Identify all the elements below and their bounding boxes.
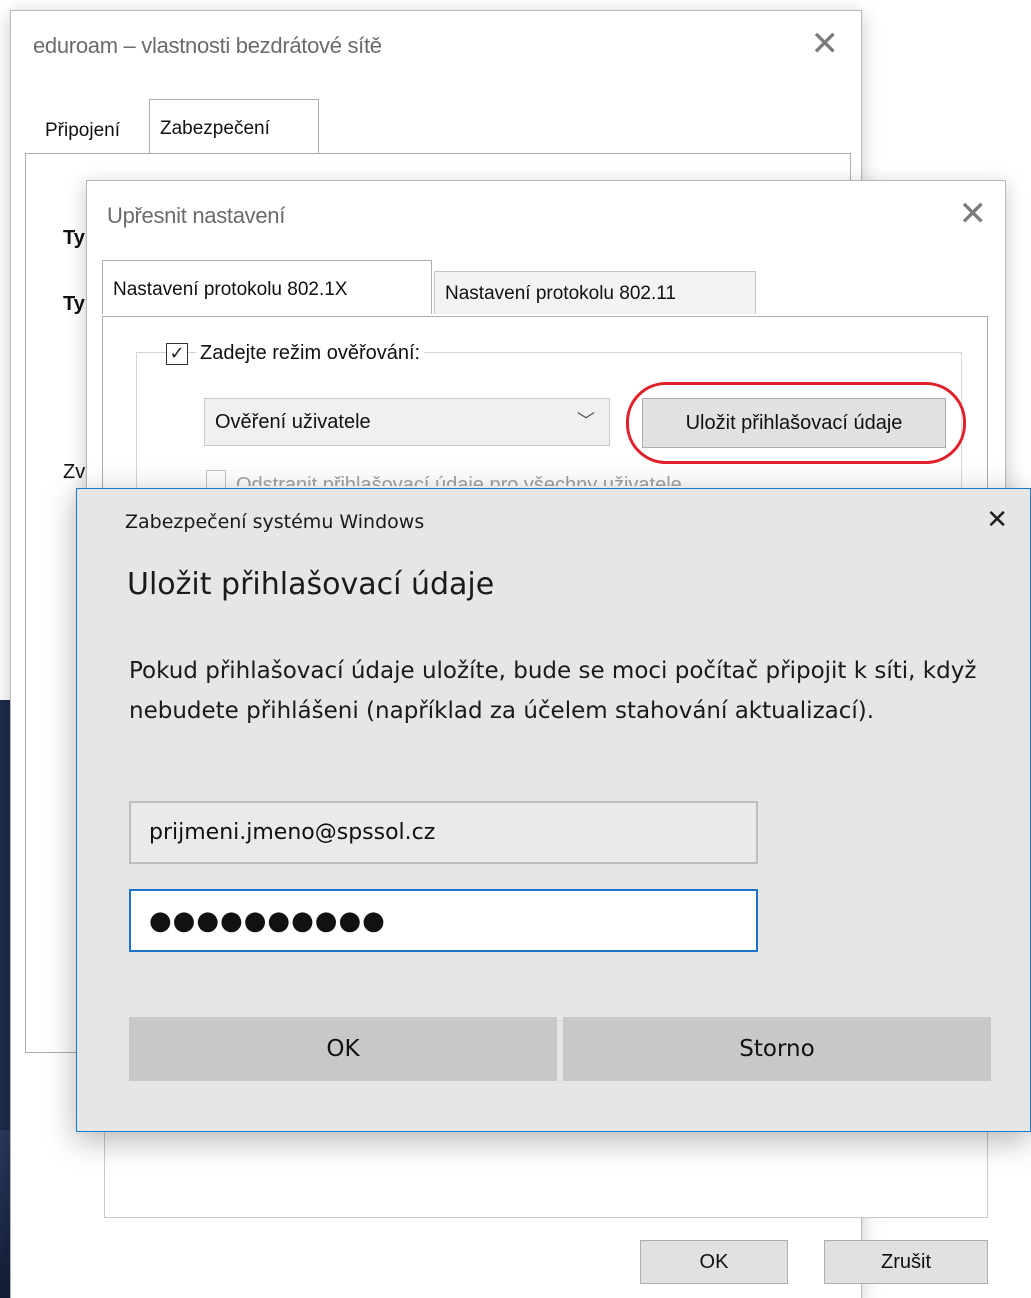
tab-connection[interactable]: Připojení (35, 107, 151, 153)
dialog-heading: Uložit přihlašovací údaje (127, 567, 495, 602)
username-field[interactable]: prijmeni.jmeno@spssol.cz (129, 801, 758, 864)
window-title: Upřesnit nastavení (107, 203, 286, 228)
dialog-caption: Zabezpečení systému Windows (125, 511, 425, 533)
auth-mode-checkbox[interactable]: ✓ (166, 343, 188, 365)
auth-mode-selected-value: Ověření uživatele (215, 410, 371, 433)
password-field[interactable]: ●●●●●●●●●● (129, 889, 758, 952)
ok-button[interactable]: OK (129, 1017, 557, 1081)
remove-credentials-label: Odstranit přihlašovací údaje pro všechny… (236, 474, 682, 486)
tab-8021x-settings[interactable]: Nastavení protokolu 802.1X (102, 260, 432, 314)
close-icon[interactable]: ✕ (959, 197, 988, 231)
close-icon[interactable]: ✕ (811, 27, 840, 61)
chevron-down-icon: ﹀ (577, 411, 595, 431)
security-type-label: Ty (63, 227, 85, 249)
save-credentials-button[interactable]: Uložit přihlašovací údaje (642, 398, 946, 448)
close-icon[interactable]: ✕ (986, 507, 1008, 533)
remove-credentials-checkbox[interactable] (206, 470, 226, 490)
cancel-button[interactable]: Storno (563, 1017, 991, 1081)
windows-security-dialog: Zabezpečení systému Windows ✕ Uložit při… (76, 488, 1031, 1132)
auth-mode-checkbox-label: Zadejte režim ověřování: (196, 342, 425, 365)
tab-80211-settings[interactable]: Nastavení protokolu 802.11 (434, 271, 756, 314)
tab-bar: Nastavení protokolu 802.1X Nastavení pro… (86, 260, 1006, 316)
auth-mode-select[interactable]: Ověření uživatele ﹀ (204, 398, 610, 446)
tab-security[interactable]: Zabezpečení (149, 99, 319, 153)
dialog-message: Pokud přihlašovací údaje uložíte, bude s… (129, 658, 977, 724)
ok-button[interactable]: OK (640, 1240, 788, 1284)
eduroam-lower-panel (104, 1130, 988, 1218)
encryption-type-label: Ty (63, 293, 85, 315)
cancel-button[interactable]: Zrušit (824, 1240, 988, 1284)
username-value: prijmeni.jmeno@spssol.cz (149, 820, 436, 845)
window-title: eduroam – vlastnosti bezdrátové sítě (33, 33, 382, 58)
password-value: ●●●●●●●●●● (149, 905, 386, 936)
auth-method-label: Zv (63, 461, 86, 483)
checkmark-icon: ✓ (169, 343, 185, 364)
